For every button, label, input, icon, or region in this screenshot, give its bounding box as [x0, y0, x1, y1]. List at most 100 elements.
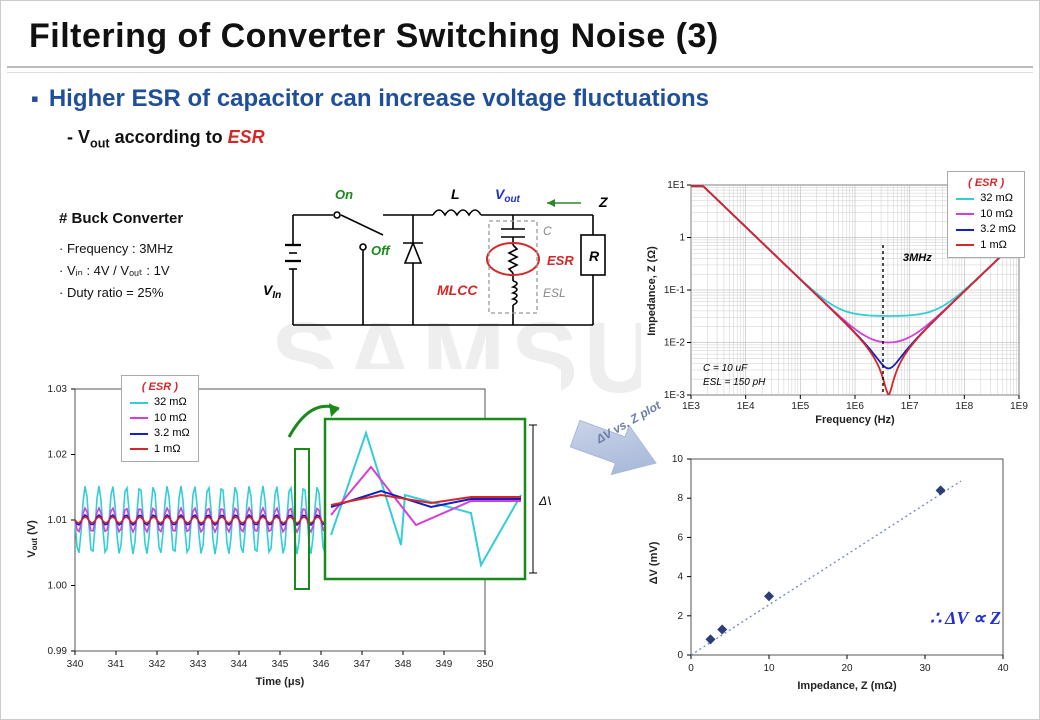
svg-text:342: 342: [149, 659, 166, 670]
svg-text:0.99: 0.99: [48, 646, 68, 657]
circuit-Vin: VIn: [263, 282, 281, 301]
subhead-em: ESR: [228, 127, 265, 147]
legend-label: 10 mΩ: [154, 411, 187, 426]
svg-text:1E5: 1E5: [791, 401, 809, 412]
circuit-MLCC: MLCC: [437, 282, 478, 298]
svg-text:1E7: 1E7: [901, 401, 919, 412]
svg-text:8: 8: [677, 493, 683, 504]
zoom-arrow-icon: [281, 391, 351, 451]
svg-text:0: 0: [688, 663, 694, 674]
headline-text: Higher ESR of capacitor can increase vol…: [49, 85, 709, 113]
svg-text:30: 30: [919, 663, 931, 674]
subhead-mid: according to: [110, 127, 228, 147]
subhead-sub: out: [90, 137, 110, 151]
z-3mhz-label: 3MHz: [903, 252, 932, 264]
legend-item: 3.2 mΩ: [956, 222, 1016, 237]
deltaV-label: ΔV: [538, 494, 551, 508]
svg-text:1: 1: [679, 233, 685, 244]
circuit-L: L: [451, 186, 460, 202]
legend-item: 3.2 mΩ: [130, 426, 190, 441]
svg-text:346: 346: [313, 659, 330, 670]
vout-legend-title: ( ESR ): [130, 380, 190, 395]
dv-vs-z-chart: 0 2 4 6 8 10 0 10 20 30 40 ΔV (mV) Impedance, Z (…: [641, 445, 1021, 695]
z-xlabel: Frequency (Hz): [815, 414, 895, 426]
legend-swatch: [130, 433, 148, 435]
legend-label: 32 mΩ: [154, 395, 187, 410]
svg-text:340: 340: [67, 659, 84, 670]
svg-text:1E1: 1E1: [667, 180, 685, 191]
circuit-on: On: [335, 187, 353, 202]
svg-text:1E4: 1E4: [737, 401, 755, 412]
svg-text:40: 40: [997, 663, 1009, 674]
bullet-icon: ▪: [31, 86, 39, 112]
circuit-diagram: On Off L Vout Z C ESR ESL R VIn MLCC: [263, 185, 633, 355]
vout-ylabel: Vout (V): [26, 520, 39, 558]
legend-label: 3.2 mΩ: [154, 426, 190, 441]
circuit-Z: Z: [598, 194, 608, 210]
subhead-prefix: - V: [67, 127, 90, 147]
svg-text:341: 341: [108, 659, 125, 670]
title-divider: [7, 66, 1033, 73]
circuit-R: R: [589, 248, 600, 264]
impedance-chart: 1E-3 1E-2 1E-1 1 1E1 1E3 1E4 1E5 1E6 1E7 1E8 1E9 3…: [641, 171, 1031, 431]
svg-text:1.03: 1.03: [48, 384, 68, 395]
legend-label: 32 mΩ: [980, 191, 1013, 206]
dv-xlabel: Impedance, Z (mΩ): [797, 680, 897, 692]
circuit-ESL: ESL: [543, 286, 566, 300]
legend-label: 10 mΩ: [980, 207, 1013, 222]
legend-label: 1 mΩ: [154, 442, 181, 457]
svg-text:1E-3: 1E-3: [664, 390, 686, 401]
legend-item: 32 mΩ: [130, 395, 190, 410]
slide: Filtering of Converter Switching Noise (…: [0, 0, 1040, 720]
circuit-off: Off: [371, 243, 391, 258]
svg-text:1E-1: 1E-1: [664, 285, 686, 296]
circuit-C: C: [543, 224, 552, 238]
svg-text:344: 344: [231, 659, 248, 670]
circuit-vout: Vout: [495, 186, 521, 205]
z-legend-title: ( ESR ): [956, 176, 1016, 191]
dv-formula: ∴ ΔV ∝ Z: [930, 608, 1001, 629]
legend-label: 3.2 mΩ: [980, 222, 1016, 237]
svg-text:10: 10: [672, 454, 684, 465]
legend-item: 10 mΩ: [956, 207, 1016, 222]
svg-text:343: 343: [190, 659, 207, 670]
svg-text:1.01: 1.01: [48, 515, 68, 526]
svg-text:1E8: 1E8: [955, 401, 973, 412]
legend-label: 1 mΩ: [980, 238, 1007, 253]
z-note1: C = 10 uF: [703, 363, 748, 374]
legend-swatch: [956, 198, 974, 200]
legend-swatch: [956, 244, 974, 246]
svg-text:10: 10: [763, 663, 775, 674]
vout-xlabel: Time (μs): [256, 676, 305, 688]
svg-text:349: 349: [436, 659, 453, 670]
legend-swatch: [130, 448, 148, 450]
svg-text:1E-2: 1E-2: [664, 338, 686, 349]
svg-text:0: 0: [677, 650, 683, 661]
svg-text:2: 2: [677, 611, 683, 622]
legend-swatch: [130, 417, 148, 419]
headline-row: ▪ Higher ESR of capacitor can increase v…: [1, 85, 1039, 113]
legend-item: 1 mΩ: [956, 238, 1016, 253]
svg-text:1E3: 1E3: [682, 401, 700, 412]
svg-text:1E6: 1E6: [846, 401, 864, 412]
legend-swatch: [130, 402, 148, 404]
legend-item: 1 mΩ: [130, 442, 190, 457]
svg-text:1.02: 1.02: [48, 450, 68, 461]
circuit-ESR: ESR: [547, 253, 574, 268]
svg-text:347: 347: [354, 659, 371, 670]
svg-text:4: 4: [677, 572, 683, 583]
subhead: - Vout according to ESR: [1, 127, 1039, 151]
svg-text:6: 6: [677, 532, 683, 543]
vout-zoom-inset: ΔV: [321, 415, 551, 590]
page-title: Filtering of Converter Switching Noise (…: [1, 1, 1039, 66]
z-legend: ( ESR ) 32 mΩ10 mΩ3.2 mΩ1 mΩ: [947, 171, 1025, 258]
svg-text:20: 20: [841, 663, 853, 674]
vout-legend: ( ESR ) 32 mΩ10 mΩ3.2 mΩ1 mΩ: [121, 375, 199, 462]
svg-text:1E9: 1E9: [1010, 401, 1028, 412]
legend-swatch: [956, 229, 974, 231]
svg-text:345: 345: [272, 659, 289, 670]
z-ylabel: Impedance, Z (Ω): [646, 246, 658, 336]
svg-text:348: 348: [395, 659, 412, 670]
svg-text:350: 350: [477, 659, 494, 670]
dv-ylabel: ΔV (mV): [648, 541, 660, 584]
